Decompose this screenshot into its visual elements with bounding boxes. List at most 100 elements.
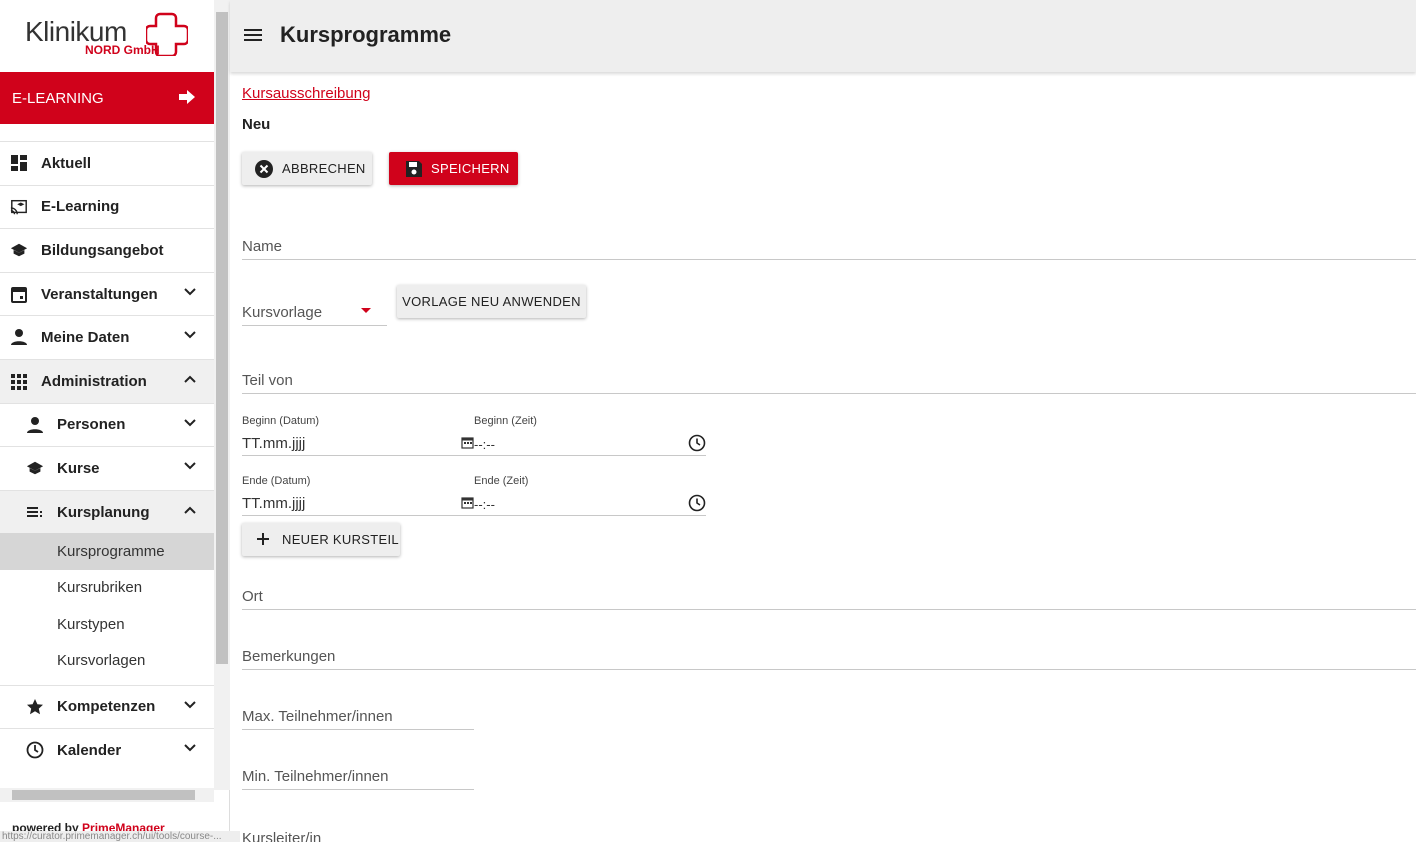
arrow-right-icon: [179, 90, 195, 104]
sidebar-item-label: Kursplanung: [57, 503, 150, 521]
sidebar-item-elearning[interactable]: E-Learning: [0, 184, 214, 229]
sidebar-item-kompetenzen[interactable]: Kompetenzen: [0, 684, 214, 729]
min-teilnehmer-label: Min. Teilnehmer/innen: [242, 768, 389, 785]
chevron-up-icon: [184, 506, 196, 514]
sidebar-scrollbar-horizontal[interactable]: [0, 788, 214, 802]
clock-icon[interactable]: [688, 494, 706, 512]
ende-zeit-value: --:--: [474, 497, 495, 512]
sidebar-item-label: Kurse: [57, 459, 100, 477]
app-header: Kursprogramme: [230, 0, 1416, 72]
apps-grid-icon: [11, 373, 27, 390]
beginn-datum-value: TT.mm.jjjj: [242, 435, 306, 452]
sidebar-item-label: Personen: [57, 416, 126, 434]
bemerkungen-field[interactable]: Bemerkungen: [242, 640, 1416, 670]
cancel-circle-icon: [255, 160, 273, 178]
chevron-down-icon: [184, 744, 196, 752]
breadcrumb-kursausschreibung[interactable]: Kursausschreibung: [242, 85, 370, 102]
ort-field[interactable]: Ort: [242, 580, 1416, 610]
sidebar-item-label: Bildungsangebot: [41, 241, 164, 259]
sidebar-item-personen[interactable]: Personen: [0, 402, 214, 447]
star-icon: [27, 698, 43, 714]
beginn-zeit-value: --:--: [474, 437, 495, 452]
add-kursteil-button[interactable]: NEUER KURSTEIL: [242, 523, 400, 556]
chevron-down-icon: [184, 331, 196, 339]
sidebar-item-label: Kompetenzen: [57, 698, 156, 716]
kursleiter-label: Kursleiter/in: [242, 830, 322, 842]
elearning-button-label: E-LEARNING: [12, 89, 104, 107]
plus-icon: [257, 533, 269, 545]
sidebar-item-veranstaltungen[interactable]: Veranstaltungen: [0, 271, 214, 316]
sidebar-item-label: E-Learning: [41, 198, 120, 216]
chevron-up-icon: [184, 375, 196, 383]
ende-datum-label: Ende (Datum): [242, 475, 311, 487]
beginn-datum-label: Beginn (Datum): [242, 415, 320, 427]
person-icon: [27, 416, 43, 433]
form-subtitle: Neu: [242, 116, 271, 133]
beginn-zeit-input[interactable]: --:--: [474, 430, 706, 456]
chevron-down-icon: [184, 462, 196, 470]
sidebar-item-label: Administration: [41, 372, 147, 390]
apply-template-button[interactable]: VORLAGE NEU ANWENDEN: [397, 285, 586, 318]
sidebar-item-kursvorlagen[interactable]: Kursvorlagen: [0, 642, 214, 678]
min-teilnehmer-field[interactable]: Min. Teilnehmer/innen: [242, 760, 474, 790]
sidebar-item-bildungsangebot[interactable]: Bildungsangebot: [0, 228, 214, 272]
sidebar-scrollbar-vertical[interactable]: [214, 0, 230, 790]
save-button-label: SPEICHERN: [431, 161, 510, 176]
chevron-down-icon: [184, 700, 196, 708]
beginn-datum-input[interactable]: TT.mm.jjjj: [242, 430, 474, 456]
sidebar-item-label: Aktuell: [41, 154, 92, 172]
elearning-button[interactable]: E-LEARNING: [0, 72, 214, 124]
save-button[interactable]: SPEICHERN: [389, 152, 518, 185]
logo-cross-icon: [146, 12, 188, 56]
logo[interactable]: Klinikum NORD GmbH: [0, 0, 214, 72]
sidebar-item-meine-daten[interactable]: Meine Daten: [0, 315, 214, 359]
cast-learning-icon: [10, 199, 27, 214]
dashboard-icon: [11, 155, 27, 171]
name-label: Name: [242, 238, 283, 255]
sidebar-item-aktuell[interactable]: Aktuell: [0, 141, 214, 185]
person-icon: [11, 329, 27, 346]
sidebar-nav: Aktuell E-Learning Bildungsangebot Veran…: [0, 141, 214, 772]
calendar-picker-icon[interactable]: [461, 496, 474, 509]
school-icon: [26, 461, 44, 475]
page-title: Kursprogramme: [280, 22, 452, 47]
teil-von-field[interactable]: Teil von: [242, 364, 1416, 394]
ende-zeit-label: Ende (Zeit): [474, 475, 529, 487]
sidebar-item-kursprogramme[interactable]: Kursprogramme: [0, 533, 214, 570]
chevron-down-icon: [184, 418, 196, 426]
sidebar-item-label: Meine Daten: [41, 329, 130, 347]
main-content: Kursausschreibung Neu ABBRECHEN SPEICHER…: [242, 72, 1416, 842]
bemerkungen-label: Bemerkungen: [242, 648, 336, 665]
clock-icon: [26, 741, 44, 759]
name-field[interactable]: Name: [242, 230, 1416, 260]
scrollbar-thumb[interactable]: [12, 790, 195, 800]
hamburger-menu-icon[interactable]: [244, 28, 262, 42]
add-kursteil-label: NEUER KURSTEIL: [282, 532, 399, 547]
cancel-button[interactable]: ABBRECHEN: [242, 152, 372, 185]
sidebar: Klinikum NORD GmbH E-LEARNING Aktuell E-…: [0, 0, 240, 842]
max-teilnehmer-field[interactable]: Max. Teilnehmer/innen: [242, 700, 474, 730]
sidebar-item-kalender[interactable]: Kalender: [0, 728, 214, 772]
calendar-picker-icon[interactable]: [461, 436, 474, 449]
sidebar-item-kurse[interactable]: Kurse: [0, 446, 214, 490]
list-icon: [27, 506, 42, 517]
beginn-zeit-label: Beginn (Zeit): [474, 415, 537, 427]
clock-icon[interactable]: [688, 434, 706, 452]
school-icon: [10, 243, 28, 257]
scrollbar-thumb[interactable]: [216, 12, 228, 664]
save-icon: [406, 161, 422, 177]
status-url: https://curator.primemanager.ch/ui/tools…: [0, 831, 240, 842]
ende-zeit-input[interactable]: --:--: [474, 490, 706, 516]
sidebar-item-kursrubriken[interactable]: Kursrubriken: [0, 570, 214, 606]
sidebar-item-label: Kalender: [57, 741, 122, 759]
ende-datum-value: TT.mm.jjjj: [242, 495, 306, 512]
calendar-icon: [11, 286, 27, 303]
sidebar-item-kursplanung[interactable]: Kursplanung: [0, 489, 214, 534]
kursvorlage-label: Kursvorlage: [242, 304, 323, 321]
sidebar-item-kurstypen[interactable]: Kurstypen: [0, 606, 214, 642]
ort-label: Ort: [242, 588, 263, 605]
max-teilnehmer-label: Max. Teilnehmer/innen: [242, 708, 393, 725]
sidebar-item-administration[interactable]: Administration: [0, 358, 214, 403]
dropdown-caret-icon[interactable]: [361, 308, 371, 313]
ende-datum-input[interactable]: TT.mm.jjjj: [242, 490, 474, 516]
